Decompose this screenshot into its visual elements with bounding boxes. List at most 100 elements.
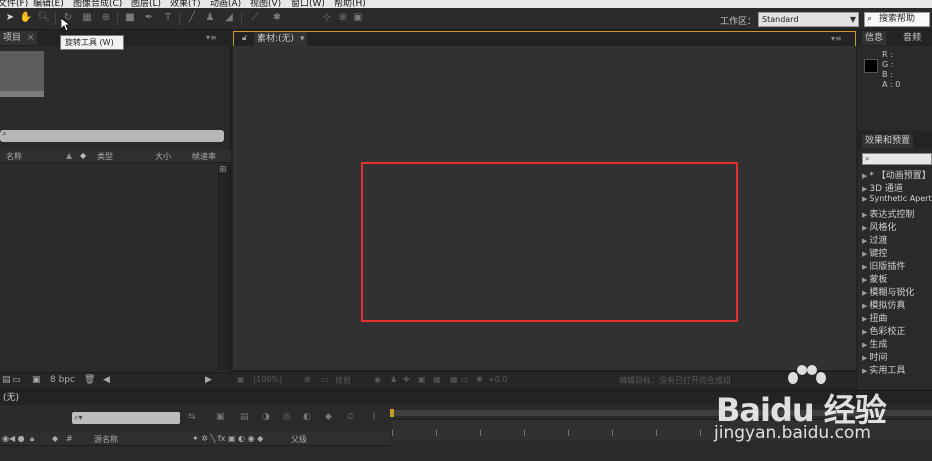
new-folder-icon[interactable]: ▭ <box>12 375 21 385</box>
timecode-field[interactable]: ▭ <box>321 375 329 384</box>
expand-arrow-icon[interactable]: ▶ <box>862 224 867 232</box>
rectangle-tool-icon[interactable]: ■ <box>123 11 137 25</box>
zoom-level[interactable]: (100%) <box>253 375 282 384</box>
effects-item[interactable]: ▶ * 【动画预置】 <box>862 168 931 181</box>
curve-icon[interactable]: ⌇ <box>372 412 376 422</box>
menu-layer[interactable]: 图层(L) <box>131 0 161 8</box>
column-size[interactable]: 大小 <box>155 151 171 162</box>
menu-composition[interactable]: 图像合成(C) <box>73 0 122 8</box>
motion-blur-icon[interactable]: ◎ <box>283 412 291 422</box>
expand-arrow-icon[interactable]: ▶ <box>862 263 867 271</box>
tab-audio[interactable]: 音频 <box>900 31 924 45</box>
switches-icon[interactable]: ✦ ✲ ╲ fx ▣ ◐ ◉ ◆ <box>192 434 263 443</box>
tab-footage[interactable]: 素材:(无) ▾ <box>254 32 308 46</box>
effects-item[interactable]: ▶ 键控 <box>862 246 887 259</box>
type-tool-icon[interactable]: T <box>161 11 175 25</box>
effects-item[interactable]: ▶ 表达式控制 <box>862 207 914 220</box>
hide-shy-icon[interactable]: ▤ <box>240 412 249 422</box>
panel-menu-icon[interactable]: ▾≡ <box>206 33 217 42</box>
channel-icon[interactable]: ✚ <box>403 375 410 384</box>
exposure-icon[interactable]: ✺ <box>476 375 483 384</box>
hand-tool-icon[interactable]: ✋ <box>19 11 33 25</box>
effects-search-input[interactable]: ⌕ <box>862 153 932 165</box>
show-snapshot-icon[interactable]: ♟ <box>390 375 397 384</box>
tab-project[interactable]: 项目 × <box>0 31 38 45</box>
graph-editor-icon[interactable]: ◆ <box>325 412 332 422</box>
sort-icon[interactable]: ▲ <box>66 151 72 160</box>
pan-behind-tool-icon[interactable]: ⊕ <box>99 11 113 25</box>
view-layout-icon[interactable]: ▦ <box>450 375 458 384</box>
frame-blending-icon[interactable]: ◑ <box>262 412 270 422</box>
expand-arrow-icon[interactable]: ▶ <box>862 172 867 180</box>
axis-view-icon[interactable]: ▣ <box>351 11 365 25</box>
effects-item[interactable]: ▶ 过渡 <box>862 233 887 246</box>
effects-item[interactable]: ▶ 时间 <box>862 350 887 363</box>
tab-effects-presets[interactable]: 效果和预置 <box>862 134 914 148</box>
tab-timeline[interactable]: (无) <box>0 391 22 405</box>
effects-item[interactable]: ▶ 生成 <box>862 337 887 350</box>
axis-world-icon[interactable]: ⊕ <box>336 11 350 25</box>
safe-margins-icon[interactable]: ⊞ <box>304 375 311 384</box>
menu-file[interactable]: 文件(F) <box>0 0 28 8</box>
effects-item[interactable]: ▶ 模糊与锐化 <box>862 285 914 298</box>
project-scrollbar[interactable]: ⊞ <box>218 165 230 370</box>
expand-arrow-icon[interactable]: ▶ <box>862 302 867 310</box>
workspace-select[interactable]: Standard ▼ <box>758 12 859 27</box>
expand-arrow-icon[interactable]: ▶ <box>862 185 867 193</box>
av-features-icon[interactable]: ◉◀ ● <box>2 434 25 443</box>
comp-mini-flowchart-icon[interactable]: ⇆ <box>188 412 196 422</box>
interpret-footage-icon[interactable]: ▤ <box>2 375 11 385</box>
draft-3d-icon[interactable]: ▣ <box>216 412 225 422</box>
chevron-down-icon[interactable]: ▾ <box>300 34 305 44</box>
expand-arrow-icon[interactable]: ▶ <box>862 315 867 323</box>
expand-arrow-icon[interactable]: ▶ <box>862 354 867 362</box>
view-options-icon[interactable]: ▭ <box>461 375 469 384</box>
roto-brush-tool-icon[interactable]: ⟋ <box>248 11 262 25</box>
expand-arrow-icon[interactable]: ▶ <box>862 328 867 336</box>
zoom-tool-icon[interactable]: 🔍︎ <box>37 11 51 25</box>
clone-stamp-tool-icon[interactable]: ♟ <box>203 11 217 25</box>
new-composition-icon[interactable]: ▣ <box>32 375 41 385</box>
tab-info[interactable]: 信息 <box>862 31 887 45</box>
resolution-label[interactable]: 修剪 <box>335 375 351 386</box>
column-name[interactable]: 名称 <box>6 151 22 162</box>
column-source-name[interactable]: 源名称 <box>94 434 118 445</box>
selection-tool-icon[interactable]: ➤ <box>3 11 17 25</box>
eraser-tool-icon[interactable]: ◢ <box>222 11 236 25</box>
scroll-left-icon[interactable]: ◀ <box>103 375 110 385</box>
column-type[interactable]: 类型 <box>97 151 113 162</box>
lock-icon[interactable]: ⏲ <box>347 412 354 422</box>
always-preview-icon[interactable]: ▣ <box>237 375 245 384</box>
project-search-input[interactable]: ⌕ <box>0 129 224 142</box>
help-search-input[interactable]: ⌕ 搜索帮助 <box>864 12 930 27</box>
lock-icon[interactable]: 🔒︎ <box>30 434 34 444</box>
brainstorm-icon[interactable]: ◐ <box>303 412 311 422</box>
menu-help[interactable]: 帮助(H) <box>334 0 366 8</box>
timeline-search-input[interactable]: ⌕▾ <box>72 412 180 424</box>
effects-item[interactable]: ▶ 扭曲 <box>862 311 887 324</box>
label-tag-icon[interactable]: ◆ <box>80 151 86 160</box>
column-parent[interactable]: 父级 <box>291 434 307 445</box>
effects-item[interactable]: ▶ 色彩校正 <box>862 324 905 337</box>
effects-item[interactable]: ▶ 风格化 <box>862 220 896 233</box>
expand-arrow-icon[interactable]: ▶ <box>862 195 867 203</box>
effects-item[interactable]: ▶Synthetic Aperture <box>862 194 932 203</box>
pen-tool-icon[interactable]: ✒ <box>142 11 156 25</box>
column-framerate[interactable]: 帧速率 <box>192 151 216 162</box>
menu-animation[interactable]: 动画(A) <box>210 0 241 8</box>
bpc-label[interactable]: 8 bpc <box>50 375 75 385</box>
lock-icon[interactable]: 🔓︎ <box>242 33 247 43</box>
transparency-grid-icon[interactable]: ▦ <box>433 375 441 384</box>
effects-item[interactable]: ▶ 模拟仿真 <box>862 298 905 311</box>
puppet-tool-icon[interactable]: ✱ <box>270 11 284 25</box>
menu-effect[interactable]: 效果(T) <box>170 0 201 8</box>
panel-menu-icon[interactable]: ▾≡ <box>831 34 842 43</box>
close-icon[interactable]: × <box>27 33 35 43</box>
axis-tool-icon[interactable]: ⊹ <box>320 11 334 25</box>
snapshot-icon[interactable]: ◉ <box>374 375 381 384</box>
brush-tool-icon[interactable]: ╱ <box>185 11 199 25</box>
menu-edit[interactable]: 编辑(E) <box>33 0 64 8</box>
scroll-right-icon[interactable]: ▶ <box>205 375 212 385</box>
flowchart-icon[interactable]: ⊞ <box>219 165 227 175</box>
menu-view[interactable]: 视图(V) <box>250 0 281 8</box>
